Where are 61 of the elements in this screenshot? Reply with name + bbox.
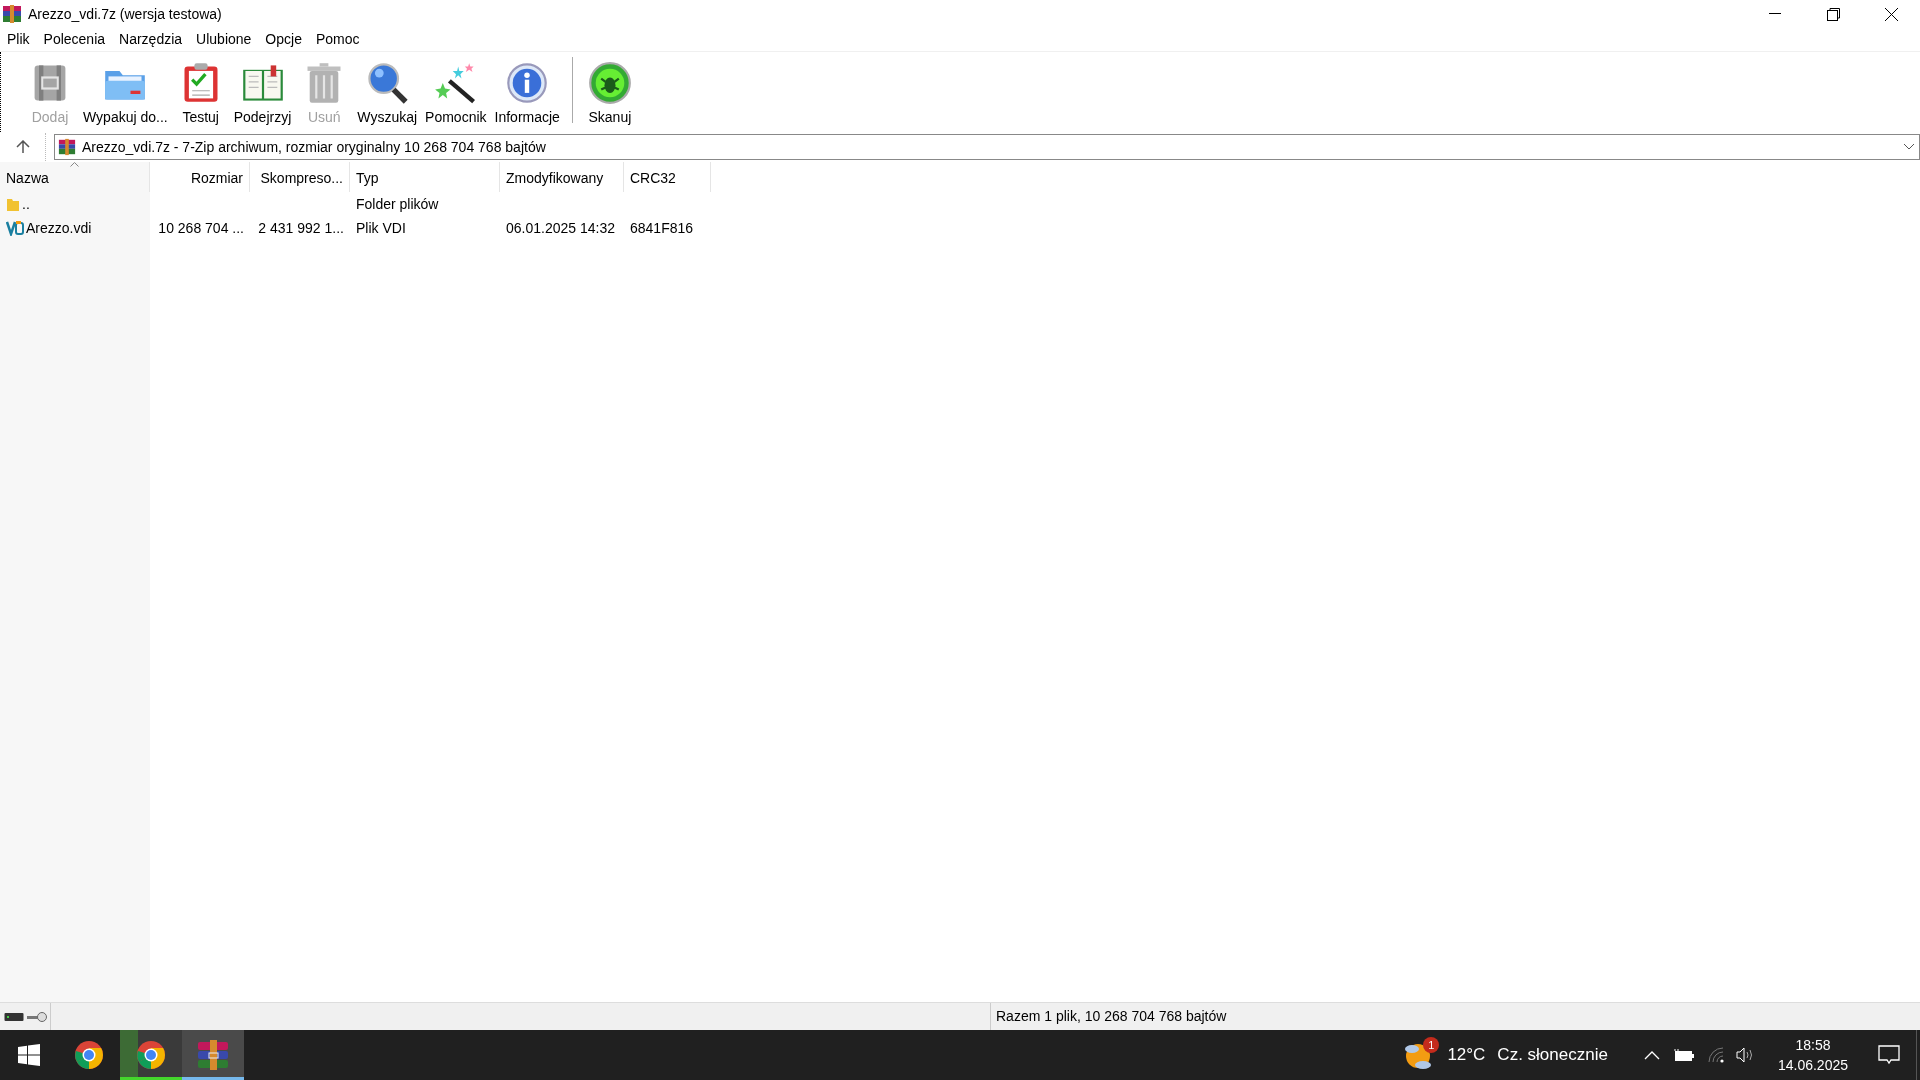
toolbar-button[interactable]: Testuj (171, 61, 230, 128)
menu-item[interactable]: Opcje (258, 28, 309, 51)
column-header[interactable]: Skompreso... (250, 162, 350, 192)
find-icon (365, 61, 410, 105)
key-icon (27, 1010, 47, 1023)
menu-item[interactable]: Pomoc (308, 28, 367, 51)
notification-icon (1878, 1045, 1900, 1065)
toolbar-button[interactable]: Informacje (490, 61, 564, 128)
drive-icon (4, 1011, 24, 1022)
close-icon (1884, 7, 1898, 21)
menu-item[interactable]: Narzędzia (112, 28, 190, 51)
menu-item[interactable]: Polecenia (36, 28, 113, 51)
battery-icon[interactable] (1673, 1049, 1694, 1061)
table-cell-text: 10 268 704 ... (158, 218, 244, 238)
wifi-icon[interactable] (1707, 1047, 1724, 1063)
toolbar-button[interactable]: Podejrzyj (229, 61, 296, 128)
info-icon (505, 61, 550, 105)
file-name[interactable]: .. (22, 193, 30, 215)
taskbar-button[interactable] (120, 1030, 182, 1080)
column-header[interactable]: Typ (350, 162, 500, 192)
menu-item[interactable]: Ulubione (189, 28, 259, 51)
windows-logo-icon (18, 1044, 40, 1066)
table-cell-text: 6841F816 (630, 218, 694, 238)
table-cell-text: Plik VDI (356, 218, 406, 238)
chevron-up-icon[interactable] (1643, 1050, 1660, 1060)
weather-sun-cloud-icon (1403, 1041, 1434, 1071)
file-name[interactable]: Arezzo.vdi (26, 217, 92, 239)
archive-icon (58, 138, 76, 156)
up-arrow-icon (15, 140, 30, 154)
minimize-icon (1769, 13, 1781, 15)
column-header[interactable]: CRC32 (624, 162, 711, 192)
clock[interactable]: 18:58 14.06.2025 (1769, 1035, 1856, 1075)
dropdown-chevron-icon[interactable] (1903, 143, 1915, 151)
scan-icon (587, 61, 632, 105)
column-header[interactable]: Zmodyfikowany (500, 162, 624, 192)
app-icon (2, 4, 22, 24)
restore-icon (1826, 7, 1840, 21)
toolbar-button[interactable]: Skanuj (580, 61, 639, 128)
temperature-text: 12°C (1447, 1044, 1486, 1067)
window-title: Arezzo_vdi.7z (wersja testowa) (28, 4, 222, 24)
toolbar-button[interactable]: Wyszukaj (353, 61, 422, 128)
taskbar-button[interactable] (182, 1030, 244, 1080)
notification-badge: 1 (1423, 1037, 1440, 1053)
folder-icon (6, 196, 20, 212)
toolbar-button[interactable]: Wypakuj do... (79, 61, 172, 128)
table-cell-text: Folder plików (356, 194, 439, 214)
browser-icon (74, 1040, 104, 1070)
menu-item[interactable]: Plik (0, 28, 37, 51)
archive-stack-icon (197, 1040, 229, 1070)
weather-condition-text: Cz. słonecznie (1497, 1044, 1608, 1067)
column-header[interactable]: Nazwa (0, 162, 150, 192)
address-field[interactable]: Arezzo_vdi.7z - 7-Zip archiwum, rozmiar oryginalny 10 268 704 768 bajtów (54, 134, 1920, 160)
table-cell-text: 2 431 992 1... (258, 218, 344, 238)
column-header[interactable]: Rozmiar (150, 162, 250, 192)
toolbar-button[interactable]: Pomocnik (421, 61, 491, 128)
browser-icon (136, 1040, 166, 1070)
table-cell-text: 06.01.2025 14:32 (506, 218, 615, 238)
wizard-icon (433, 61, 478, 105)
weather-widget[interactable]: 1 12°C Cz. słonecznie (1397, 1030, 1614, 1080)
sort-up-icon (70, 162, 79, 167)
disk-image-icon (6, 220, 24, 236)
